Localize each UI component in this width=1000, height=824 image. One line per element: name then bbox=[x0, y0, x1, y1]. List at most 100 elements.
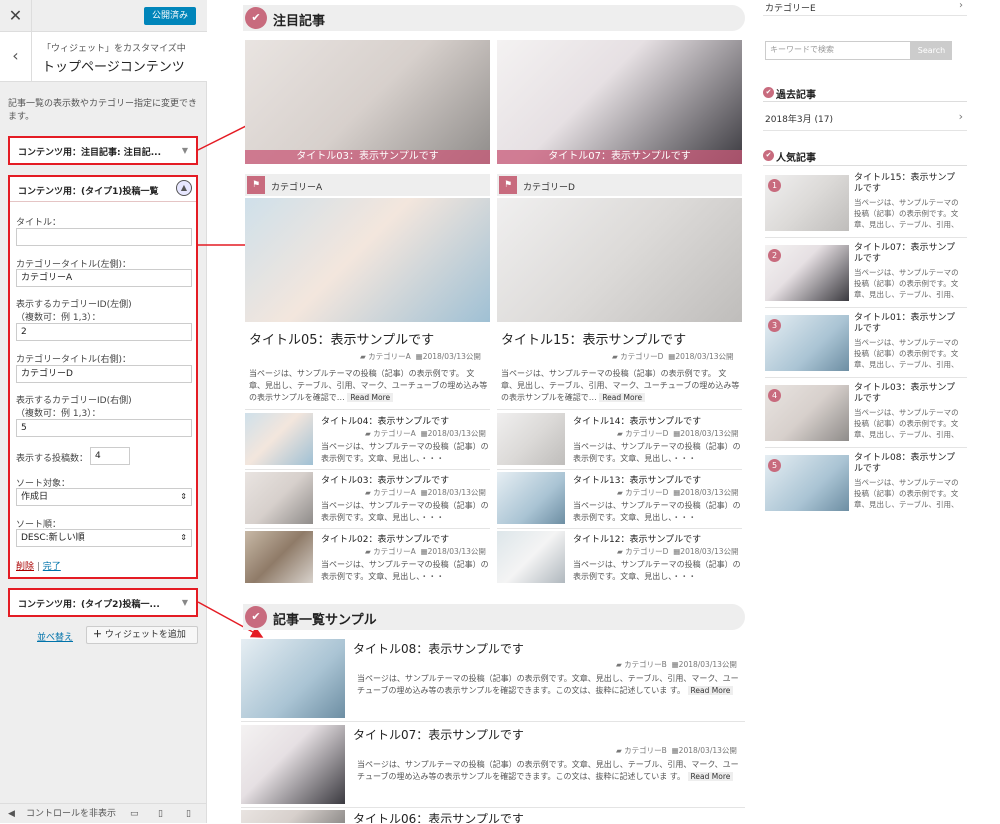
chevron-down-icon[interactable]: ▼ bbox=[182, 598, 188, 607]
reorder-link[interactable]: 並べ替え bbox=[37, 630, 73, 643]
popular-heading-text: 人気記事 bbox=[776, 153, 816, 164]
close-icon[interactable]: ✕ bbox=[0, 0, 32, 32]
featured-image-1[interactable]: タイトル03：表示サンプルです bbox=[245, 40, 490, 164]
item-meta: ▰ カテゴリーD ▦2018/03/13公開 bbox=[617, 488, 739, 497]
popular-title[interactable]: タイトル03：表示サンプルです bbox=[854, 383, 964, 405]
list-item: タイトル13：表示サンプルです ▰ カテゴリーD ▦2018/03/13公開 当… bbox=[497, 472, 742, 526]
popular-excerpt: 当ページは、サンプルテーマの投稿（記事）の表示例です。文章、見出し、テーブル、引… bbox=[854, 478, 959, 509]
item-thumbnail[interactable] bbox=[497, 413, 565, 465]
sort-target-value: 作成日 bbox=[21, 492, 49, 502]
left-read-more[interactable]: Read More bbox=[347, 393, 394, 402]
item-thumbnail[interactable] bbox=[497, 531, 565, 583]
item-thumbnail[interactable] bbox=[245, 531, 313, 583]
cat-right-input[interactable]: カテゴリーD bbox=[16, 365, 192, 383]
search-input[interactable]: キーワードで検索 bbox=[765, 41, 911, 60]
item-title[interactable]: タイトル03：表示サンプルです bbox=[321, 473, 449, 486]
item-date: 2018/03/13公開 bbox=[680, 547, 739, 556]
item-title[interactable]: タイトル14：表示サンプルです bbox=[573, 414, 701, 427]
widget-type2-list[interactable]: コンテンツ用：(タイプ2)投稿一... ▼ bbox=[8, 588, 198, 617]
article-cat[interactable]: カテゴリーB bbox=[624, 660, 667, 669]
divider bbox=[10, 201, 196, 202]
back-icon[interactable]: ‹ bbox=[0, 32, 32, 82]
divider bbox=[241, 807, 745, 808]
done-link[interactable]: 完了 bbox=[43, 562, 61, 572]
item-cat[interactable]: カテゴリーD bbox=[625, 488, 668, 497]
desktop-icon[interactable]: ▭ bbox=[130, 804, 139, 824]
chevron-up-icon[interactable]: ▲ bbox=[176, 180, 192, 196]
cat-right-id-input[interactable]: 5 bbox=[16, 419, 192, 437]
panel-description: 記事一覧の表示数やカテゴリー指定に変更できます。 bbox=[8, 99, 198, 122]
widget-type2-title: コンテンツ用：(タイプ2)投稿一... bbox=[18, 600, 160, 610]
count-input[interactable]: 4 bbox=[90, 447, 130, 465]
article-thumbnail[interactable] bbox=[241, 810, 345, 823]
featured-image-2[interactable]: タイトル07：表示サンプルです bbox=[497, 40, 742, 164]
sort-target-select[interactable]: 作成日 ⇕ bbox=[16, 488, 192, 506]
archive-item[interactable]: 2018年3月 (17) › bbox=[763, 107, 967, 131]
category-e-row[interactable]: カテゴリーE › bbox=[763, 0, 967, 16]
delete-link[interactable]: 削除 bbox=[16, 562, 34, 572]
right-read-more[interactable]: Read More bbox=[599, 393, 646, 402]
featured-heading: ✔ 注目記事 bbox=[243, 5, 745, 31]
item-title[interactable]: タイトル13：表示サンプルです bbox=[573, 473, 701, 486]
chevron-down-icon[interactable]: ▼ bbox=[182, 146, 188, 155]
article-read-more[interactable]: Read More bbox=[687, 686, 734, 695]
divider bbox=[765, 307, 967, 308]
collapse-icon[interactable]: ◀ bbox=[8, 804, 15, 824]
divider bbox=[765, 377, 967, 378]
item-cat[interactable]: カテゴリーD bbox=[625, 429, 668, 438]
item-excerpt: 当ページは、サンプルテーマの投稿（記事）の表示例です。文章、見出し、・・・ bbox=[573, 442, 741, 463]
popular-title[interactable]: タイトル08：表示サンプルです bbox=[854, 453, 964, 475]
item-thumbnail[interactable] bbox=[497, 472, 565, 524]
mobile-icon[interactable]: ▯ bbox=[186, 804, 191, 824]
sort-order-select[interactable]: DESC:新しい順 ⇕ bbox=[16, 529, 192, 547]
item-cat[interactable]: カテゴリーA bbox=[373, 547, 416, 556]
article-excerpt-text: 当ページは、サンプルテーマの投稿（記事）の表示例です。文章、見出し、テーブル、引… bbox=[357, 760, 739, 781]
popular-title[interactable]: タイトル01：表示サンプルです bbox=[854, 313, 964, 335]
item-title[interactable]: タイトル12：表示サンプルです bbox=[573, 532, 701, 545]
featured-caption-2[interactable]: タイトル07：表示サンプルです bbox=[497, 150, 742, 164]
left-main-cat[interactable]: カテゴリーA bbox=[368, 352, 411, 361]
publish-button[interactable]: 公開済み bbox=[144, 7, 196, 25]
item-cat[interactable]: カテゴリーA bbox=[373, 488, 416, 497]
add-widget-button[interactable]: ＋ ウィジェットを追加 bbox=[86, 626, 198, 644]
popular-item: 3 タイトル01：表示サンプルです 当ページは、サンプルテーマの投稿（記事）の表… bbox=[765, 313, 967, 375]
breadcrumb: 「ウィジェット」をカスタマイズ中 bbox=[42, 44, 186, 54]
popular-title[interactable]: タイトル15：表示サンプルです bbox=[854, 173, 964, 195]
tablet-icon[interactable]: ▯ bbox=[158, 804, 163, 824]
panel-title: トップページコンテンツ bbox=[42, 60, 185, 75]
cat-left-id-input[interactable]: 2 bbox=[16, 323, 192, 341]
left-main-image[interactable] bbox=[245, 198, 490, 322]
category-d-label: カテゴリーD bbox=[523, 183, 575, 193]
item-cat[interactable]: カテゴリーD bbox=[625, 547, 668, 556]
customizer-footer: ◀ コントロールを非表示 ▭ ▯ ▯ bbox=[0, 803, 207, 823]
article-thumbnail[interactable] bbox=[241, 725, 345, 804]
right-main-cat[interactable]: カテゴリーD bbox=[620, 352, 663, 361]
hide-controls-label[interactable]: コントロールを非表示 bbox=[26, 804, 116, 824]
article-thumbnail[interactable] bbox=[241, 639, 345, 718]
article-meta: ▰ カテゴリーB ▦2018/03/13公開 bbox=[616, 660, 737, 669]
item-title[interactable]: タイトル04：表示サンプルです bbox=[321, 414, 449, 427]
article-title[interactable]: タイトル06：表示サンプルです bbox=[353, 810, 524, 823]
left-main-title[interactable]: タイトル05：表示サンプルです bbox=[249, 329, 434, 348]
featured-caption-1[interactable]: タイトル03：表示サンプルです bbox=[245, 150, 490, 164]
item-title[interactable]: タイトル02：表示サンプルです bbox=[321, 532, 449, 545]
article-title[interactable]: タイトル08：表示サンプルです bbox=[353, 640, 524, 657]
right-main-title[interactable]: タイトル15：表示サンプルです bbox=[501, 329, 686, 348]
popular-title[interactable]: タイトル07：表示サンプルです bbox=[854, 243, 964, 265]
item-thumbnail[interactable] bbox=[245, 472, 313, 524]
item-thumbnail[interactable] bbox=[245, 413, 313, 465]
widget-featured[interactable]: コンテンツ用：注目記事: 注目記... ▼ bbox=[8, 136, 198, 165]
popular-excerpt: 当ページは、サンプルテーマの投稿（記事）の表示例です。文章、見出し、テーブル、引… bbox=[854, 268, 959, 299]
left-main-date: 2018/03/13公開 bbox=[422, 352, 481, 361]
flag-icon: ⚑ bbox=[499, 176, 517, 194]
search-button[interactable]: Search bbox=[911, 41, 952, 60]
popular-rank: 3 bbox=[768, 319, 781, 332]
right-main-image[interactable] bbox=[497, 198, 742, 322]
article-read-more[interactable]: Read More bbox=[687, 772, 734, 781]
item-cat[interactable]: カテゴリーA bbox=[373, 429, 416, 438]
chevron-right-icon: › bbox=[959, 0, 963, 11]
article-cat[interactable]: カテゴリーB bbox=[624, 746, 667, 755]
cat-left-input[interactable]: カテゴリーA bbox=[16, 269, 192, 287]
article-title[interactable]: タイトル07：表示サンプルです bbox=[353, 726, 524, 743]
title-input[interactable] bbox=[16, 228, 192, 246]
